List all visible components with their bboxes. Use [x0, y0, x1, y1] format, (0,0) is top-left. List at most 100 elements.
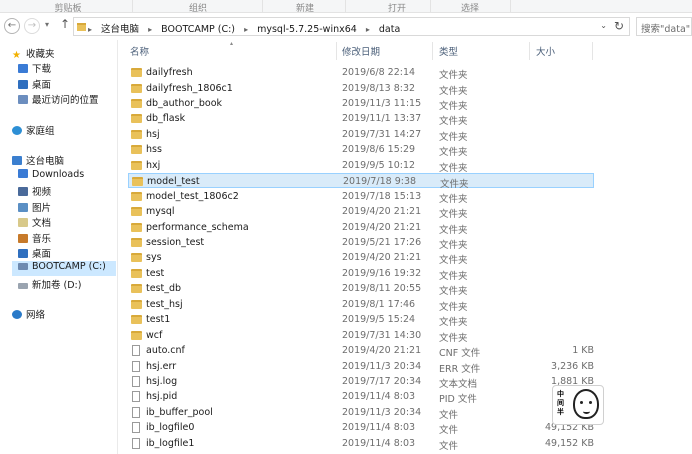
file-type: 文件夹: [439, 147, 468, 159]
file-name: hss: [146, 144, 162, 156]
folder-icon: [131, 68, 142, 77]
back-button[interactable]: ←: [4, 18, 20, 34]
address-dropdown-icon[interactable]: ⌄: [600, 21, 607, 30]
file-row[interactable]: ib_logfile0 2019/11/4 8:03 文件 49,152 KB: [128, 420, 594, 436]
nav-desktop-fav[interactable]: 桌面: [18, 77, 51, 92]
breadcrumb-this-pc[interactable]: 这台电脑: [101, 24, 139, 35]
desktop-icon: [18, 249, 28, 258]
nav-music[interactable]: 音乐: [18, 231, 51, 246]
file-row[interactable]: auto.cnf 2019/4/20 21:21 CNF 文件 1 KB: [128, 343, 594, 359]
search-input[interactable]: 搜索"data": [636, 17, 692, 36]
column-header-type[interactable]: 类型: [439, 44, 458, 58]
file-row[interactable]: hsj.log 2019/7/17 20:34 文本文档 1,881 KB: [128, 374, 594, 390]
nav-label: Downloads: [32, 169, 85, 180]
file-row[interactable]: performance_schema 2019/4/20 21:21 文件夹: [128, 220, 594, 236]
nav-network[interactable]: 网络: [12, 307, 45, 322]
nav-videos[interactable]: 视频: [18, 184, 51, 199]
picture-icon: [18, 203, 28, 212]
file-row[interactable]: test1 2019/9/5 15:24 文件夹: [128, 312, 594, 328]
nav-label: BOOTCAMP (C:): [32, 261, 106, 272]
file-row[interactable]: hsj 2019/7/31 14:27 文件夹: [128, 127, 594, 143]
file-name: model_test: [147, 176, 200, 188]
file-row[interactable]: model_test 2019/7/18 9:38 文件夹: [128, 173, 594, 190]
file-name: ib_logfile0: [146, 422, 195, 434]
column-header-name[interactable]: 名称: [130, 44, 149, 58]
nav-favorites[interactable]: ★ 收藏夹: [12, 46, 55, 61]
file-row[interactable]: ib_logfile1 2019/11/4 8:03 文件 49,152 KB: [128, 436, 594, 452]
nav-this-pc[interactable]: 这台电脑: [12, 153, 64, 168]
folder-icon: [131, 268, 142, 278]
file-row[interactable]: db_flask 2019/11/1 13:37 文件夹: [128, 111, 594, 127]
file-name: ib_buffer_pool: [146, 406, 213, 418]
nav-downloads[interactable]: Downloads: [18, 169, 84, 184]
file-date: 2019/11/4 8:03: [342, 437, 416, 449]
file-date: 2019/7/31 14:30: [342, 329, 422, 341]
nav-new-volume-drive[interactable]: 新加卷 (D:): [18, 277, 81, 292]
recent-locations-chevron-icon[interactable]: ▾: [45, 20, 49, 29]
file-row[interactable]: sys 2019/4/20 21:21 文件夹: [128, 250, 594, 266]
sticker-text: 中间半: [557, 390, 564, 416]
file-row[interactable]: hss 2019/8/6 15:29 文件夹: [128, 142, 594, 159]
file-name: auto.cnf: [146, 345, 185, 357]
refresh-icon[interactable]: ↻: [614, 19, 624, 33]
folder-icon: [131, 129, 142, 139]
forward-button[interactable]: →: [24, 18, 40, 34]
folder-icon: [131, 98, 142, 108]
file-type: 文件夹: [439, 162, 468, 174]
file-type: 文件夹: [439, 193, 468, 205]
file-type: 文件夹: [439, 332, 468, 344]
drive-icon: [18, 283, 28, 289]
nav-desktop[interactable]: 桌面: [18, 246, 51, 261]
file-name: test_db: [146, 283, 182, 295]
file-icon: [132, 345, 140, 357]
nav-downloads-fav[interactable]: 下载: [18, 61, 51, 76]
file-type: 文本文档: [439, 379, 478, 390]
nav-homegroup[interactable]: 家庭组: [12, 123, 55, 138]
file-row[interactable]: db_author_book 2019/11/3 11:15 文件夹: [128, 96, 594, 112]
file-row[interactable]: hsj.pid 2019/11/4 8:03 PID 文件: [128, 389, 594, 405]
breadcrumb-mysql[interactable]: mysql-5.7.25-winx64: [257, 24, 357, 35]
file-row[interactable]: dailyfresh 2019/6/8 22:14 文件夹: [128, 65, 594, 81]
file-row[interactable]: wcf 2019/7/31 14:30 文件夹: [128, 328, 594, 344]
nav-label: 收藏夹: [26, 49, 55, 60]
file-row[interactable]: session_test 2019/5/21 17:26 文件夹: [128, 235, 594, 251]
file-name: dailyfresh_1806c1: [146, 82, 233, 94]
file-row[interactable]: test 2019/9/16 19:32 文件夹: [128, 266, 594, 282]
nav-pictures[interactable]: 图片: [18, 200, 51, 215]
file-row[interactable]: hsj.err 2019/11/3 20:34 ERR 文件 3,236 KB: [128, 359, 594, 375]
breadcrumb-bootcamp[interactable]: BOOTCAMP (C:): [161, 24, 235, 35]
file-type: 文件夹: [439, 131, 468, 143]
file-icon: [132, 376, 140, 387]
folder-icon: [132, 177, 143, 187]
column-header-size[interactable]: 大小: [536, 44, 555, 58]
file-row[interactable]: mysql 2019/4/20 21:21 文件夹: [128, 204, 594, 220]
column-header-date[interactable]: 修改日期: [342, 44, 380, 58]
breadcrumb-data[interactable]: data: [379, 24, 400, 35]
nav-documents[interactable]: 文档: [18, 215, 51, 230]
file-name: hsj.pid: [146, 391, 178, 403]
recent-places-icon: [18, 95, 28, 104]
network-icon: [12, 310, 22, 319]
folder-icon: [131, 284, 142, 294]
breadcrumb: ▸ 这台电脑 ▸ BOOTCAMP (C:) ▸ mysql-5.7.25-wi…: [88, 24, 401, 35]
file-row[interactable]: ib_buffer_pool 2019/11/3 20:34 文件: [128, 405, 594, 421]
nav-bootcamp-drive[interactable]: BOOTCAMP (C:): [12, 261, 116, 276]
file-icon: [132, 360, 140, 372]
ribbon-group-clipboard: 剪贴板: [54, 4, 82, 14]
file-date: 2019/11/1 13:37: [342, 113, 422, 125]
folder-icon: [131, 253, 142, 263]
download-icon: [18, 64, 28, 73]
file-name: hsj.log: [146, 376, 178, 387]
file-name: test_hsj: [146, 298, 183, 310]
file-name: db_author_book: [146, 97, 223, 109]
file-row[interactable]: hxj 2019/9/5 10:12 文件夹: [128, 158, 594, 174]
ribbon-group-new: 新建: [295, 4, 314, 14]
file-row[interactable]: test_hsj 2019/8/1 17:46 文件夹: [128, 297, 594, 313]
file-row[interactable]: model_test_1806c2 2019/7/18 15:13 文件夹: [128, 189, 594, 205]
file-row[interactable]: test_db 2019/8/11 20:55 文件夹: [128, 281, 594, 297]
up-arrow-icon[interactable]: ↑: [60, 17, 70, 31]
nav-recent-places[interactable]: 最近访问的位置: [18, 92, 99, 107]
file-row[interactable]: dailyfresh_1806c1 2019/8/13 8:32 文件夹: [128, 81, 594, 97]
address-bar[interactable]: ▸ 这台电脑 ▸ BOOTCAMP (C:) ▸ mysql-5.7.25-wi…: [73, 17, 630, 36]
folder-icon: [77, 23, 86, 31]
